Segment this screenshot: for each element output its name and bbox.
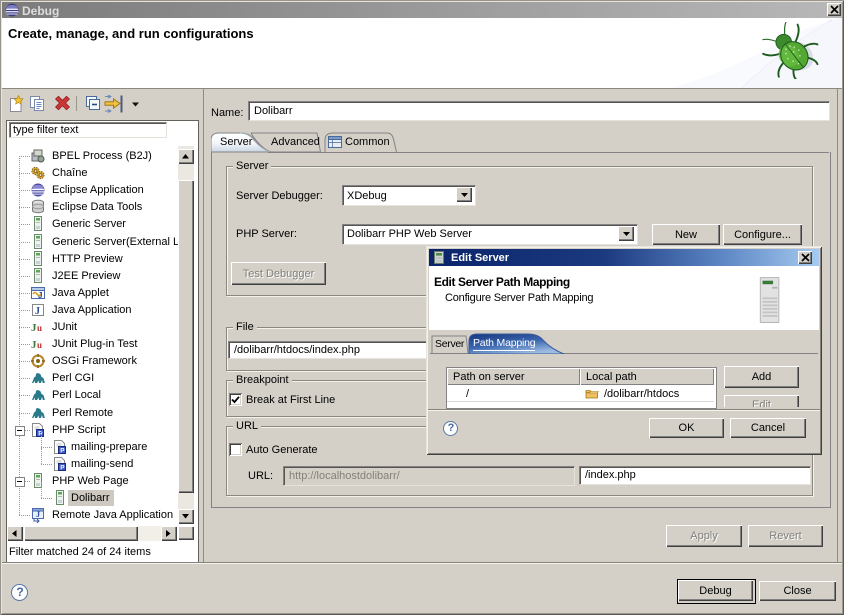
svg-text:J: J — [38, 291, 42, 300]
svg-text:u: u — [37, 340, 42, 350]
svg-text:u: u — [37, 323, 42, 333]
svg-text:J: J — [35, 306, 40, 317]
svg-text:P: P — [60, 447, 65, 454]
svg-text:J: J — [36, 510, 40, 519]
svg-text:P: P — [60, 464, 65, 471]
